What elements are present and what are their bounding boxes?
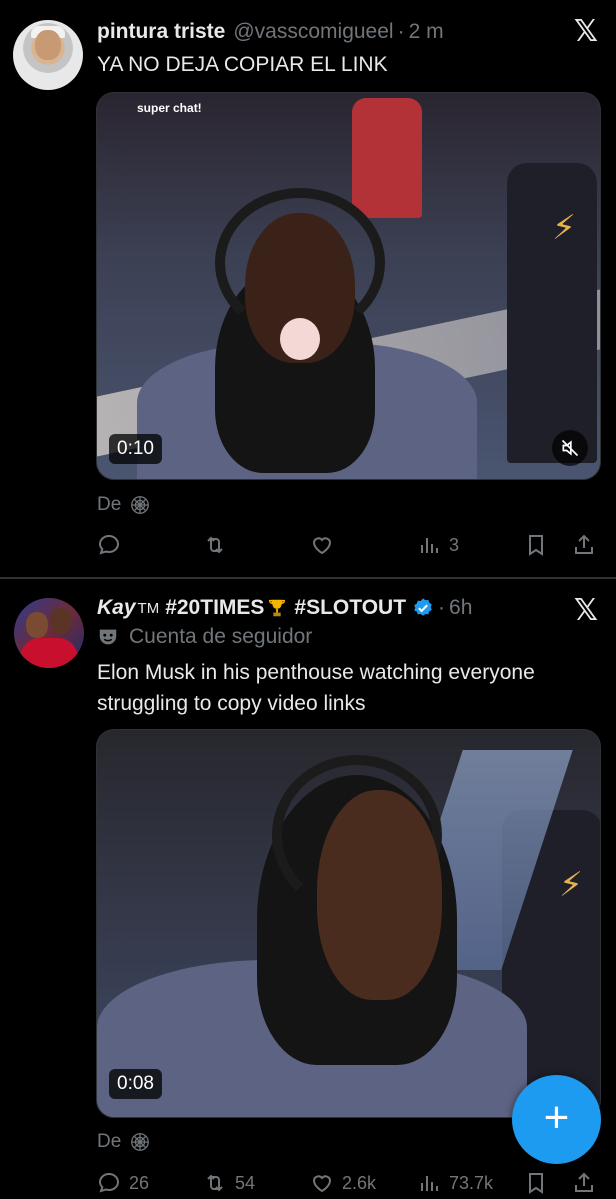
compose-plus-icon: + (543, 1092, 570, 1142)
lightning-emblem: ⚡ (559, 866, 583, 904)
tweet-text: Elon Musk in his penthouse watching ever… (97, 661, 535, 715)
views-icon (421, 1176, 438, 1191)
separator-dot: · (397, 20, 405, 43)
community-text: Cuenta de seguidor (129, 625, 313, 648)
reply-button[interactable] (97, 530, 129, 560)
lightning-emblem: ⚡ (552, 209, 576, 247)
trophy-icon (269, 599, 286, 617)
video-player[interactable]: ⚡ super chat! 0:10 (96, 92, 601, 480)
bookmark-icon (529, 1173, 543, 1194)
like-icon (312, 1175, 332, 1193)
timestamp[interactable]: 6h (449, 596, 472, 620)
bookmark-button[interactable] (524, 1168, 548, 1198)
source-label: De (97, 494, 151, 516)
author-name[interactable]: Kay (97, 596, 136, 620)
community-label[interactable]: Cuenta de seguidor (97, 625, 312, 649)
via-label: De (97, 1131, 122, 1152)
compose-button[interactable]: + (512, 1075, 601, 1164)
x-logo-icon[interactable]: 𝕏 (574, 14, 598, 49)
verified-badge-icon (414, 598, 432, 616)
repost-button[interactable]: 54 (203, 1168, 255, 1198)
action-bar: 26 54 2.6k 73.7k (97, 1168, 602, 1198)
reply-count: 26 (129, 1172, 150, 1193)
like-button[interactable]: 2.6k (310, 1168, 376, 1198)
video-player[interactable]: ⚡ 0:08 (96, 729, 601, 1118)
tweet[interactable]: pintura triste @vasscomigueel · 2 m 𝕏 YA… (0, 0, 616, 578)
reply-icon (98, 534, 120, 555)
views-count: 73.7k (449, 1172, 494, 1193)
reply-icon (98, 1172, 120, 1193)
reply-button[interactable]: 26 (97, 1168, 149, 1198)
author-handle[interactable]: @vasscomigueel (233, 20, 393, 44)
like-count: 2.6k (342, 1172, 377, 1193)
repost-button[interactable] (203, 530, 235, 560)
via-label: De (97, 494, 122, 515)
share-button[interactable] (572, 1168, 596, 1198)
mute-icon (561, 439, 579, 457)
action-bar: 3 (97, 530, 602, 560)
bookmark-button[interactable] (524, 530, 548, 560)
tweet-text: YA NO DEJA COPIAR EL LINK (97, 53, 388, 76)
repost-icon (207, 536, 223, 554)
views-button[interactable]: 73.7k (417, 1168, 493, 1198)
author-name[interactable]: pintura triste (97, 20, 225, 44)
author-name-tag[interactable]: #20TIMES (165, 596, 264, 620)
video-duration: 0:08 (109, 1069, 162, 1099)
source-label: De (97, 1131, 151, 1153)
bookmark-icon (529, 535, 543, 556)
share-icon (575, 534, 593, 554)
separator-dot: · (438, 596, 446, 619)
video-overlay-caption: super chat! (137, 101, 202, 115)
views-button[interactable]: 3 (417, 530, 459, 560)
video-duration: 0:10 (109, 434, 162, 464)
repost-count: 54 (235, 1172, 256, 1193)
views-count: 3 (449, 534, 460, 555)
timestamp[interactable]: 2 m (409, 20, 444, 44)
share-icon (575, 1172, 593, 1192)
tweet-header: pintura triste @vasscomigueel · 2 m (97, 20, 444, 44)
author-name-tag[interactable]: #SLOTOUT (294, 596, 406, 620)
like-button[interactable] (310, 530, 342, 560)
avatar[interactable] (13, 20, 83, 90)
author-name-tm: TM (137, 599, 160, 617)
mute-button[interactable] (552, 430, 588, 466)
share-button[interactable] (572, 530, 596, 560)
globe-web-icon (131, 496, 150, 514)
globe-web-icon (131, 1133, 150, 1151)
x-logo-icon[interactable]: 𝕏 (574, 593, 598, 628)
community-mask-icon (99, 629, 117, 645)
views-icon (421, 538, 438, 553)
tweet-header: Kay TM #20TIMES #SLOTOUT · 6h (97, 596, 472, 620)
repost-icon (207, 1174, 223, 1192)
like-icon (312, 537, 332, 555)
avatar[interactable] (14, 598, 84, 668)
